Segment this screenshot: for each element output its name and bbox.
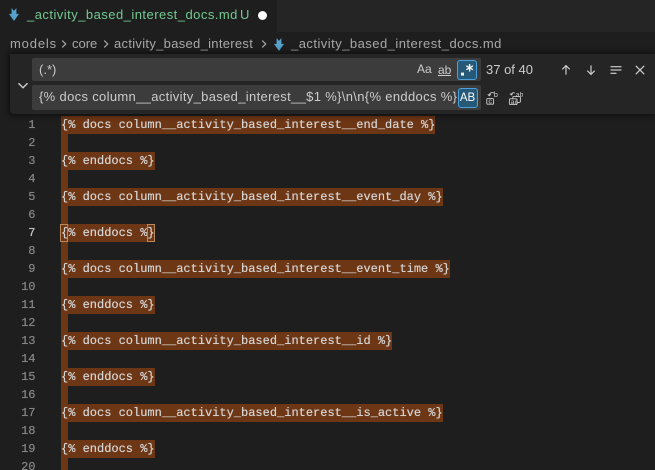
svg-text:b: b — [494, 90, 498, 99]
svg-text:c: c — [488, 96, 492, 105]
svg-text:ac: ac — [511, 98, 519, 105]
svg-text:ab: ab — [516, 91, 523, 98]
